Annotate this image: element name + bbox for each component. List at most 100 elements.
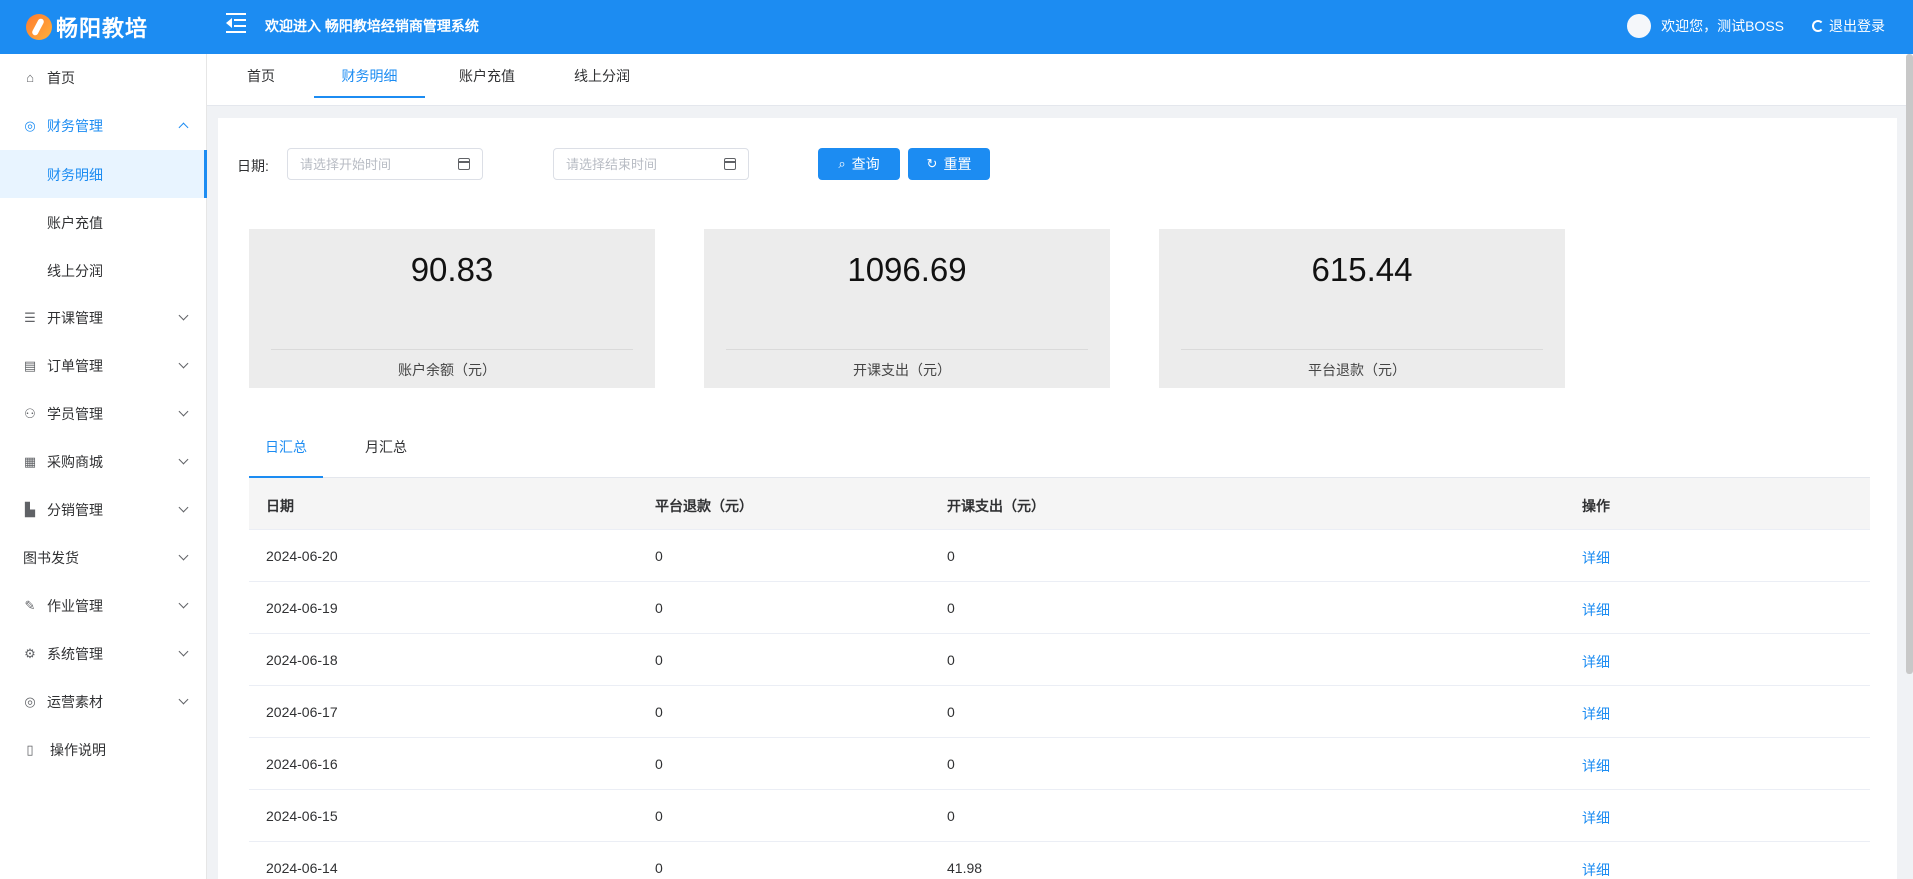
- sidebar-item-students[interactable]: ⚇ 学员管理: [0, 390, 207, 438]
- sidebar-subitem-profit-share[interactable]: 线上分润: [0, 246, 207, 294]
- date-cell: 2024-06-15: [266, 808, 338, 824]
- table-row: 2024-06-14 0 41.98 详细: [249, 842, 1870, 879]
- edit-icon: ✎: [24, 598, 36, 613]
- sidebar-item-homework[interactable]: ✎ 作业管理: [0, 582, 207, 630]
- avatar[interactable]: [1627, 14, 1652, 38]
- logout-label: 退出登录: [1829, 18, 1885, 34]
- sidebar-subitem-recharge[interactable]: 账户充值: [0, 198, 207, 246]
- doc-icon: ▯: [26, 742, 34, 757]
- tab-recharge[interactable]: 账户充值: [449, 54, 525, 98]
- calendar-icon: [724, 158, 736, 170]
- chevron-down-icon: [178, 406, 189, 417]
- tabs-bar: 首页 财务明细 账户充值 线上分润: [207, 54, 1913, 106]
- date-cell: 2024-06-16: [266, 756, 338, 772]
- logo[interactable]: 畅阳教培: [26, 12, 148, 42]
- sidebar-item-courses[interactable]: ☰ 开课管理: [0, 294, 207, 342]
- refund-cell: 0: [655, 860, 663, 876]
- chevron-down-icon: [178, 358, 189, 369]
- sidebar-item-label: 运营素材: [47, 694, 103, 710]
- sidebar-item-distribution[interactable]: ▙ 分销管理: [0, 486, 207, 534]
- sidebar-item-shop[interactable]: ▦ 采购商城: [0, 438, 207, 486]
- start-date-input[interactable]: [288, 149, 448, 179]
- sidebar-item-label: 开课管理: [47, 310, 103, 326]
- collapse-menu-icon[interactable]: [224, 12, 246, 33]
- sidebar-item-materials[interactable]: ◎ 运营素材: [0, 678, 207, 726]
- refund-cell: 0: [655, 756, 663, 772]
- detail-link[interactable]: 详细: [1582, 756, 1610, 776]
- expense-cell: 0: [947, 808, 955, 824]
- chevron-down-icon: [178, 310, 189, 321]
- divider: [271, 349, 633, 350]
- logout-icon: [1812, 20, 1824, 32]
- sidebar-item-label: 系统管理: [47, 646, 103, 662]
- sidebar-item-label: 学员管理: [47, 406, 103, 422]
- sidebar-item-finance[interactable]: ◎ 财务管理: [0, 102, 207, 150]
- refund-cell: 0: [655, 600, 663, 616]
- sidebar-item-label: 作业管理: [47, 598, 103, 614]
- detail-link[interactable]: 详细: [1582, 808, 1610, 828]
- stat-label: 开课支出（元）: [853, 362, 951, 378]
- sidebar-item-instructions[interactable]: ▯ 操作说明: [0, 726, 207, 774]
- search-icon: ⌕: [838, 156, 846, 171]
- table-row: 2024-06-18 0 0 详细: [249, 634, 1870, 686]
- stat-value: 1096.69: [847, 251, 967, 288]
- shop-icon: ▦: [23, 454, 37, 469]
- logout-button[interactable]: 退出登录: [1812, 16, 1885, 36]
- refund-cell: 0: [655, 652, 663, 668]
- end-date-field[interactable]: [553, 148, 749, 180]
- tab-home[interactable]: 首页: [237, 54, 285, 98]
- column-header: 平台退款（元）: [655, 498, 753, 514]
- refresh-icon: ↻: [926, 156, 938, 171]
- column-header: 操作: [1582, 498, 1610, 514]
- sidebar-subitem-finance-detail[interactable]: 财务明细: [0, 150, 207, 198]
- table-row: 2024-06-20 0 0 详细: [249, 530, 1870, 582]
- start-date-field[interactable]: [287, 148, 483, 180]
- page-scrollbar[interactable]: [1906, 54, 1913, 674]
- stat-card-refund: 615.44 平台退款（元）: [1159, 229, 1565, 388]
- expense-cell: 0: [947, 756, 955, 772]
- chart-icon: ▙: [25, 502, 35, 517]
- date-cell: 2024-06-14: [266, 860, 338, 876]
- chevron-down-icon: [178, 646, 189, 657]
- tab-finance-detail[interactable]: 财务明细: [314, 54, 425, 98]
- system-title: 欢迎进入 畅阳教培经销商管理系统: [265, 18, 479, 34]
- date-cell: 2024-06-20: [266, 548, 338, 564]
- detail-link[interactable]: 详细: [1582, 652, 1610, 672]
- sidebar-item-label: 分销管理: [47, 502, 103, 518]
- divider: [1181, 349, 1543, 350]
- chevron-up-icon: [178, 122, 189, 133]
- search-button-label: 查询: [851, 156, 880, 172]
- detail-link[interactable]: 详细: [1582, 860, 1610, 879]
- tab-profit-share[interactable]: 线上分润: [562, 54, 642, 98]
- tab-monthly-summary[interactable]: 月汇总: [351, 431, 421, 478]
- summary-tabs: 日汇总 月汇总: [249, 431, 1870, 478]
- sidebar-item-book-shipping[interactable]: 图书发货: [0, 534, 207, 582]
- sidebar-item-orders[interactable]: ▤ 订单管理: [0, 342, 207, 390]
- expense-cell: 0: [947, 600, 955, 616]
- search-button[interactable]: ⌕ 查询: [818, 148, 900, 180]
- sidebar-item-home[interactable]: ⌂ 首页: [0, 54, 207, 102]
- reset-button[interactable]: ↻ 重置: [908, 148, 990, 180]
- material-icon: ◎: [24, 694, 36, 709]
- sidebar-item-system[interactable]: ⚙ 系统管理: [0, 630, 207, 678]
- column-header: 日期: [266, 498, 294, 514]
- tab-daily-summary[interactable]: 日汇总: [249, 431, 323, 478]
- sidebar-item-label: 订单管理: [47, 358, 103, 374]
- chevron-down-icon: [178, 550, 189, 561]
- chevron-down-icon: [178, 694, 189, 705]
- stat-value: 90.83: [410, 251, 494, 288]
- home-icon: ⌂: [26, 70, 34, 85]
- order-icon: ▤: [23, 358, 37, 373]
- top-header: 畅阳教培 欢迎进入 畅阳教培经销商管理系统 欢迎您，测试BOSS 退出登录: [0, 0, 1913, 54]
- end-date-input[interactable]: [554, 149, 714, 179]
- sidebar-item-label: 财务明细: [47, 167, 103, 183]
- detail-link[interactable]: 详细: [1582, 600, 1610, 620]
- chevron-down-icon: [178, 502, 189, 513]
- detail-link[interactable]: 详细: [1582, 548, 1610, 568]
- detail-link[interactable]: 详细: [1582, 704, 1610, 724]
- sidebar-item-label: 首页: [47, 70, 75, 86]
- chevron-down-icon: [178, 598, 189, 609]
- table-header: 日期 平台退款（元） 开课支出（元） 操作: [249, 478, 1870, 530]
- table-row: 2024-06-17 0 0 详细: [249, 686, 1870, 738]
- refund-cell: 0: [655, 808, 663, 824]
